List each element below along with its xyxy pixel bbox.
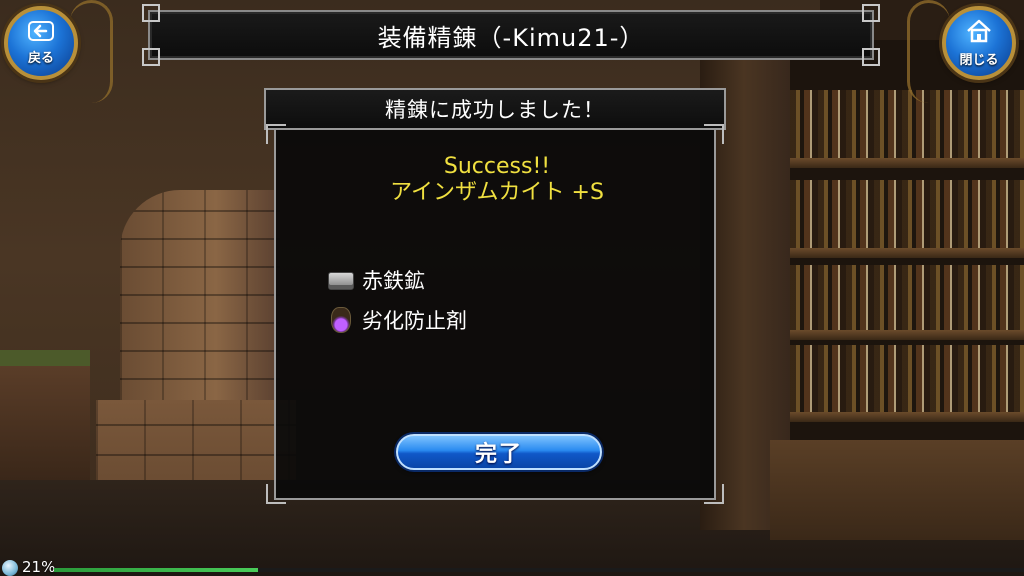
progress-percent: 21% bbox=[22, 558, 56, 576]
corner-ornament bbox=[704, 484, 724, 504]
list-item: 赤鉄鉱 bbox=[328, 260, 467, 300]
green-counter bbox=[0, 350, 90, 480]
close-button-label: 閉じる bbox=[959, 52, 999, 68]
dialog-title: 精錬に成功しました！ bbox=[385, 98, 605, 122]
done-button-label: 完了 bbox=[474, 442, 523, 467]
ore-icon bbox=[328, 267, 354, 293]
done-button[interactable]: 完了 bbox=[396, 434, 602, 470]
shelf-bottles bbox=[790, 180, 1024, 250]
shelf-bottles bbox=[790, 265, 1024, 335]
refined-item-name: アインザムカイト +S bbox=[390, 180, 604, 205]
corner-ornament bbox=[266, 124, 286, 144]
shelf-board bbox=[790, 248, 1024, 258]
progress-bar bbox=[54, 568, 1024, 572]
bar-counter bbox=[770, 440, 1024, 540]
back-button[interactable]: 戻る bbox=[4, 6, 78, 80]
shelf-board bbox=[790, 330, 1024, 340]
corner-ornament bbox=[266, 484, 286, 504]
potion-icon bbox=[328, 307, 354, 333]
shelf-board bbox=[790, 412, 1024, 422]
corner-ornament bbox=[142, 48, 160, 66]
page-title: 装備精錬（-Kimu21-） bbox=[377, 23, 645, 52]
shelf-board bbox=[790, 158, 1024, 168]
shelf-bottles bbox=[790, 345, 1024, 415]
result-message: Success!! アインザムカイト +S bbox=[276, 154, 718, 206]
close-button[interactable]: 閉じる bbox=[942, 6, 1016, 80]
list-item: 劣化防止剤 bbox=[328, 300, 467, 340]
refine-result-dialog: 精錬に成功しました！ Success!! アインザムカイト +S 赤鉄鉱 劣化防… bbox=[264, 88, 726, 504]
status-bar: 21% bbox=[0, 558, 1024, 576]
progress-fill bbox=[54, 568, 258, 572]
home-icon bbox=[965, 19, 993, 47]
back-arrow-icon bbox=[28, 20, 54, 45]
title-bar: 装備精錬（-Kimu21-） bbox=[142, 4, 880, 66]
materials-list: 赤鉄鉱 劣化防止剤 bbox=[328, 260, 467, 340]
shelf-bottles bbox=[790, 90, 1024, 160]
bottle-shelf bbox=[790, 40, 1024, 440]
corner-ornament bbox=[704, 124, 724, 144]
corner-ornament bbox=[862, 4, 880, 22]
dialog-header: 精錬に成功しました！ bbox=[264, 88, 726, 130]
dialog-body: Success!! アインザムカイト +S 赤鉄鉱 劣化防止剤 完了 bbox=[266, 124, 724, 504]
material-label: 赤鉄鉱 bbox=[362, 269, 425, 293]
back-button-label: 戻る bbox=[27, 50, 54, 66]
corner-ornament bbox=[142, 4, 160, 22]
corner-ornament bbox=[862, 48, 880, 66]
material-label: 劣化防止剤 bbox=[362, 309, 467, 333]
success-text: Success!! bbox=[443, 154, 551, 179]
orb-icon bbox=[2, 560, 18, 576]
